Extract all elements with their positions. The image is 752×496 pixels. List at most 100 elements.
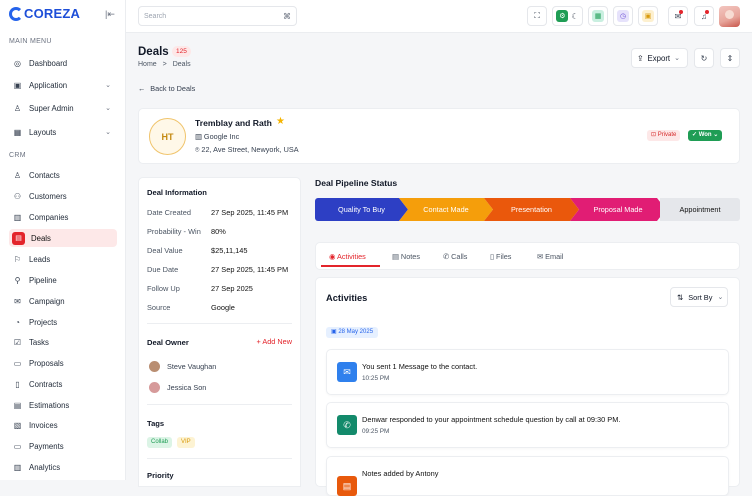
calendar-button[interactable]: ▣ [638,6,658,26]
sidebar-item-label: Customers [29,191,67,201]
sidebar-item-label: Deals [31,233,51,243]
sidebar-item-application[interactable]: ▣ Application ⌄ [9,76,117,94]
pipeline-stage-presentation[interactable]: Presentation [484,198,579,221]
chevron-down-icon: ⌄ [105,105,111,112]
activities-card: Activities ⇅ Sort By ⌄ ▣ 28 May 2025 ✉ Y… [315,277,740,496]
sidebar-item-campaign[interactable]: ✉ Campaign [9,292,117,310]
application-icon: ▣ [13,80,22,90]
sidebar-item-estimations[interactable]: ▤ Estimations [9,396,117,414]
leads-icon: ⚐ [13,254,22,264]
activity-time: 10:25 PM [362,375,390,382]
sidebar-item-customers[interactable]: ⚇ Customers [9,187,117,205]
clock-icon: ◷ [617,10,629,22]
topbar: Search ⌘ ⛶ ⚙ ☾ ▦ ◷ ▣ ✉ ♫ [126,0,752,33]
back-label: Back to Deals [150,84,196,93]
sidebar-item-proposals[interactable]: ▭ Proposals [9,354,117,372]
theme-toggle[interactable]: ⚙ ☾ [552,6,583,26]
detail-tabs: ◉ Activities ▤ Notes ✆ Calls ▯ Files ✉ E… [315,242,740,270]
activity-time: 09:25 PM [362,428,390,435]
sidebar-item-projects[interactable]: ◔ Projects [9,313,117,331]
activity-text: Notes added by Antony [362,469,439,478]
sidebar-item-leads[interactable]: ⚐ Leads [9,250,117,268]
info-key: Follow Up [147,284,180,293]
sidebar-item-dashboard[interactable]: ◎ Dashboard [9,54,117,72]
sidebar-item-deals[interactable]: ▤ Deals [9,229,117,247]
user-avatar[interactable] [719,6,740,27]
calendar-icon: ▣ [642,10,654,22]
sort-label: Sort By [688,292,713,302]
page-title: Deals [138,46,169,58]
refresh-button[interactable]: ↻ [694,48,714,68]
sidebar-item-label: Invoices [29,420,58,430]
pipeline-stage-contact-made[interactable]: Contact Made [399,198,493,221]
info-value: $25,11,145 [211,246,248,255]
sidebar-item-contacts[interactable]: ♙ Contacts [9,166,117,184]
timer-button[interactable]: ◷ [613,6,633,26]
tab-notes[interactable]: ▤ Notes [392,252,420,261]
deal-info-heading: Deal Information [147,188,207,197]
activity-item: ▤ Notes added by Antony [326,456,729,496]
pipeline-stage-proposal-made[interactable]: Proposal Made [570,198,666,221]
pipeline-stage-appointment[interactable]: Appointment [660,198,740,221]
sidebar-collapse-icon[interactable]: |⇤ [105,9,115,20]
activities-heading: Activities [326,293,368,303]
sidebar-item-tasks[interactable]: ☑ Tasks [9,333,117,351]
deal-address: ⌾ 22, Ave Street, Newyork, USA [195,145,299,155]
search-input[interactable]: Search ⌘ [138,6,297,26]
notifications-button[interactable]: ♫ [694,6,714,26]
sidebar-item-analytics[interactable]: ▥ Analytics [9,458,117,476]
won-badge[interactable]: ✓ Won ⌄ [688,130,723,141]
dashboard-icon: ◎ [14,58,21,68]
sidebar-item-label: Leads [29,254,51,264]
tab-email[interactable]: ✉ Email [537,252,563,261]
campaign-icon: ✉ [14,296,21,306]
back-to-deals-link[interactable]: ← Back to Deals [138,84,195,93]
sidebar-item-contracts[interactable]: ▯ Contracts [9,375,117,393]
sort-by-dropdown[interactable]: ⇅ Sort By ⌄ [670,287,728,307]
sidebar-item-payments[interactable]: ▭ Payments [9,437,117,455]
settings-icon: ⚙ [556,10,569,22]
owner-item: Jessica Son [149,382,206,393]
export-icon: ⇪ [637,53,644,63]
tab-calls[interactable]: ✆ Calls [443,252,467,261]
sidebar-item-pipeline[interactable]: ⚲ Pipeline [9,271,117,289]
chevron-down-icon: ⌄ [717,294,724,301]
sidebar-item-layouts[interactable]: ▦ Layouts ⌄ [9,123,117,141]
notes-icon: ▤ [392,252,401,261]
export-button[interactable]: ⇪ Export ⌄ [631,48,688,68]
sidebar-item-super-admin[interactable]: ♙ Super Admin ⌄ [9,99,117,117]
tab-activities[interactable]: ◉ Activities [329,252,366,261]
breadcrumb-home[interactable]: Home [138,61,157,68]
deal-info-card: Deal Information Date Created 27 Sep 2025… [138,177,301,487]
star-icon[interactable]: ★ [276,116,285,127]
crm-heading: CRM [9,152,26,159]
breadcrumb: Home > Deals [138,61,191,68]
sidebar-item-invoices[interactable]: ▧ Invoices [9,416,117,434]
sidebar-item-companies[interactable]: ▥ Companies [9,208,117,226]
mail-icon: ✉ [537,252,546,261]
info-value: 27 Sep 2025, 11:45 PM [211,208,289,217]
collapse-header-button[interactable]: ⇕ [720,48,740,68]
info-value: 27 Sep 2025 [211,284,253,293]
deal-header-card: HT Tremblay and Rath ★ ▥ Google Inc ⌾ 22… [138,108,740,164]
tab-label: Notes [400,252,420,261]
fullscreen-button[interactable]: ⛶ [527,6,547,26]
tab-files[interactable]: ▯ Files [490,252,511,261]
sidebar-item-label: Companies [29,212,69,222]
logo[interactable]: COREZA [9,6,80,21]
tag-vip: VIP [177,437,195,448]
apps-button[interactable]: ▦ [588,6,608,26]
breadcrumb-current: Deals [172,61,191,68]
private-badge-text: Private [657,132,677,138]
tab-label: Calls [451,252,468,261]
date-badge: ▣ 28 May 2025 [326,327,379,338]
info-value: Google [211,303,235,312]
pipeline-stage-quality-to-buy[interactable]: Quality To Buy [315,198,408,221]
deals-icon: ▤ [12,231,25,245]
analytics-icon: ▥ [13,462,22,472]
messages-button[interactable]: ✉ [668,6,688,26]
collapse-icon: ⇕ [726,53,734,63]
add-owner-button[interactable]: + Add New [257,337,293,346]
owner-name: Jessica Son [167,383,207,392]
info-row: Follow Up 27 Sep 2025 [147,284,253,293]
